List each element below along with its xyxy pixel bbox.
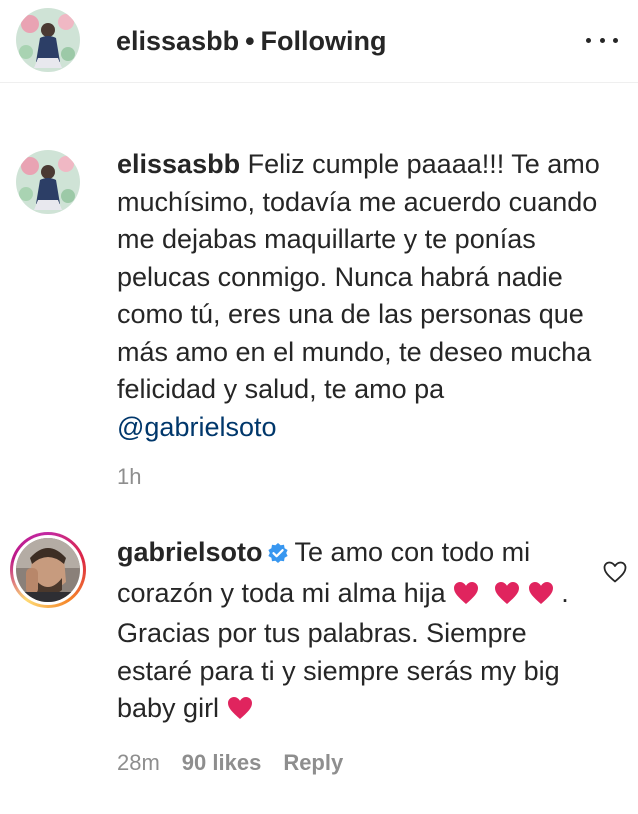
caption-comment: elissasbb Feliz cumple paaaa!!! Te amo m… [0,82,638,512]
dot-1 [586,37,591,43]
following-button[interactable]: Following [261,26,387,56]
instagram-comments-page: elissasbb • Following elissasbb Feliz cump… [0,0,638,814]
comment-text: elissasbb Feliz cumple paaaa!!! Te amo m… [117,146,607,446]
comment-meta: 28m 90 likes Reply [117,750,343,776]
red-heart-emoji [494,578,520,616]
post-header: elissasbb • Following [0,0,638,83]
comment-timestamp: 28m [117,750,160,775]
verified-badge-icon [267,537,289,575]
reply-button[interactable]: Reply [283,750,343,775]
red-heart-emoji [453,578,479,616]
dot-2 [599,37,605,43]
comment-username[interactable]: elissasbb [117,149,240,179]
comment-timestamp: 1h [117,464,142,489]
header-title: elissasbb • Following [116,26,387,56]
comment-username[interactable]: gabrielsoto [117,537,263,567]
comment-meta: 1h [117,464,141,490]
separator-dot: • [245,26,255,56]
header-username[interactable]: elissasbb [116,26,239,56]
dot-3 [613,37,618,43]
heart-outline-icon[interactable] [602,560,628,584]
likes-count[interactable]: 90 likes [182,750,262,775]
red-heart-emoji [528,578,554,616]
comment-item: gabrielsoto Te amo con todo mi corazón y… [0,512,638,814]
comment-text: gabrielsoto Te amo con todo mi corazón y… [117,534,587,731]
mention-link[interactable]: @gabrielsoto [117,412,277,442]
avatar[interactable] [16,538,80,602]
red-heart-emoji [227,693,253,731]
avatar[interactable] [16,150,80,214]
avatar[interactable] [16,8,80,72]
more-horizontal-icon[interactable] [586,28,618,52]
comment-content: Feliz cumple paaaa!!! Te amo muchísimo, … [117,149,600,404]
